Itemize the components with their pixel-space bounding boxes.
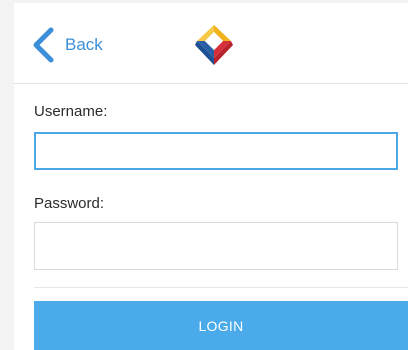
header-bar: Back [14, 3, 408, 84]
divider [34, 287, 408, 288]
login-form: Username: Password: LOGIN [14, 84, 408, 350]
username-input[interactable] [34, 132, 398, 170]
back-label: Back [65, 35, 103, 54]
login-button[interactable]: LOGIN [34, 301, 408, 350]
password-input[interactable] [34, 222, 398, 270]
app-logo-icon [195, 25, 233, 65]
login-screen: Back Username: Password: LOGIN [0, 0, 408, 350]
back-button[interactable]: Back [32, 25, 103, 65]
chevron-left-icon [33, 27, 54, 63]
username-label: Username: [34, 103, 108, 120]
password-label: Password: [34, 195, 105, 212]
